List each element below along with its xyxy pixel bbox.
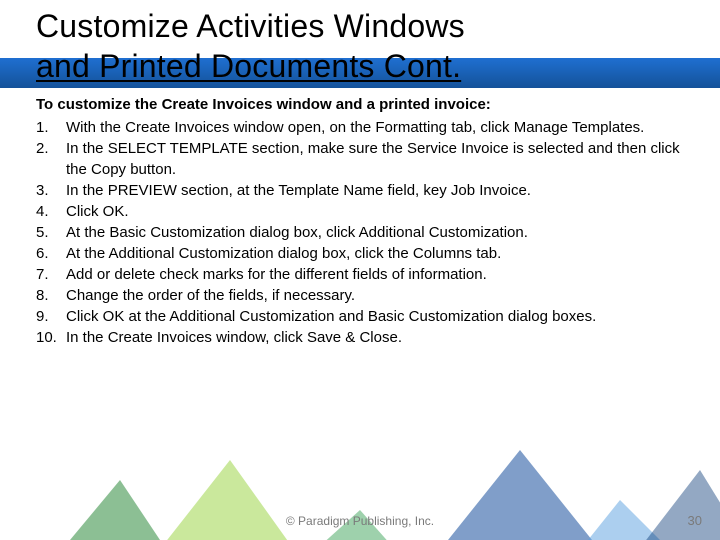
- step-number: 9.: [36, 306, 60, 327]
- step-text: Click OK.: [66, 203, 129, 220]
- step-number: 8.: [36, 285, 60, 306]
- step-text: Add or delete check marks for the differ…: [66, 266, 487, 283]
- list-item: 1. With the Create Invoices window open, …: [36, 117, 684, 138]
- list-item: 10. In the Create Invoices window, click …: [36, 327, 684, 348]
- step-number: 5.: [36, 222, 60, 243]
- step-number: 3.: [36, 180, 60, 201]
- list-item: 3. In the PREVIEW section, at the Templat…: [36, 180, 684, 201]
- step-text: At the Additional Customization dialog b…: [66, 245, 501, 262]
- step-text: In the Create Invoices window, click Sav…: [66, 329, 402, 346]
- step-text: At the Basic Customization dialog box, c…: [66, 224, 528, 241]
- list-item: 2. In the SELECT TEMPLATE section, make s…: [36, 138, 684, 180]
- page-number: 30: [688, 513, 702, 528]
- list-item: 7. Add or delete check marks for the diff…: [36, 264, 684, 285]
- list-item: 9. Click OK at the Additional Customizati…: [36, 306, 684, 327]
- list-item: 6. At the Additional Customization dialog…: [36, 243, 684, 264]
- body-text: To customize the Create Invoices window …: [36, 94, 684, 348]
- step-number: 6.: [36, 243, 60, 264]
- step-text: With the Create Invoices window open, on…: [66, 119, 644, 136]
- step-number: 4.: [36, 201, 60, 222]
- list-item: 5. At the Basic Customization dialog box,…: [36, 222, 684, 243]
- step-text: In the SELECT TEMPLATE section, make sur…: [66, 140, 680, 178]
- intro-text: To customize the Create Invoices window …: [36, 94, 684, 115]
- title-line-1: Customize Activities Windows: [36, 8, 465, 44]
- step-number: 2.: [36, 138, 60, 159]
- slide-title: Customize Activities Windows and Printed…: [36, 6, 676, 86]
- step-text: Click OK at the Additional Customization…: [66, 308, 596, 325]
- step-number: 1.: [36, 117, 60, 138]
- title-line-2: and Printed Documents Cont.: [36, 48, 461, 84]
- steps-list: 1. With the Create Invoices window open, …: [36, 117, 684, 327]
- step-number: 10.: [36, 327, 57, 348]
- step-text: In the PREVIEW section, at the Template …: [66, 182, 531, 199]
- slide: Customize Activities Windows and Printed…: [0, 0, 720, 540]
- footer-copyright: © Paradigm Publishing, Inc.: [0, 514, 720, 528]
- step-number: 7.: [36, 264, 60, 285]
- step-text: Change the order of the fields, if neces…: [66, 287, 355, 304]
- list-item: 4. Click OK.: [36, 201, 684, 222]
- list-item: 8. Change the order of the fields, if nec…: [36, 285, 684, 306]
